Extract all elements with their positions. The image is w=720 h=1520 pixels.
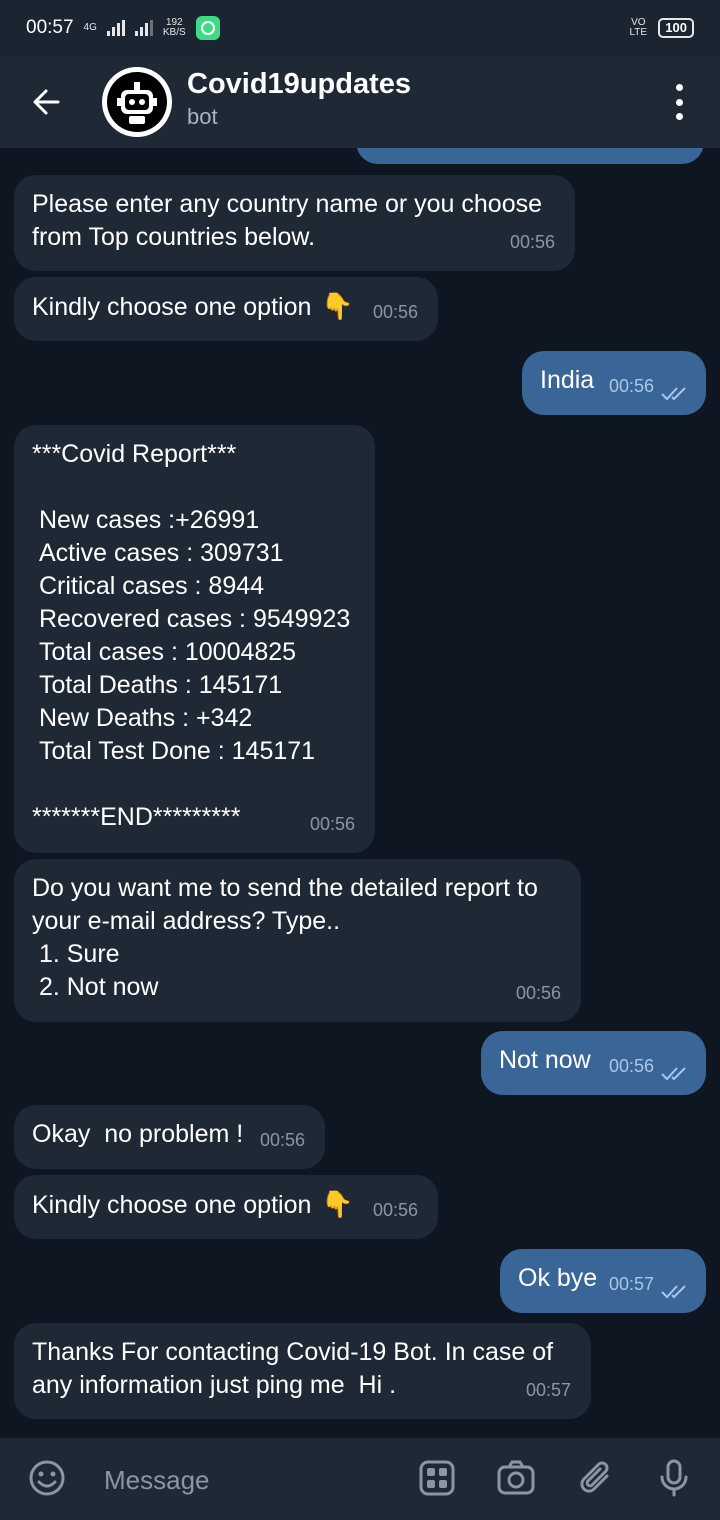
grid-icon	[419, 1460, 455, 1496]
outgoing-message-partial[interactable]	[356, 148, 704, 164]
pointing-down-emoji: 👇	[321, 291, 354, 321]
app-notification-icon	[195, 16, 220, 40]
message-time: 00:56	[309, 814, 355, 834]
signal-2-icon	[134, 20, 153, 36]
message-text: Not now	[499, 1046, 591, 1074]
message-time: 00:56	[259, 1130, 305, 1150]
message-bubble[interactable]: Kindly choose one option 👇 00:56	[14, 277, 438, 341]
network-speed: 192 KB/S	[163, 18, 186, 38]
status-right: VO LTE 100	[626, 18, 694, 38]
paperclip-icon	[580, 1461, 609, 1493]
smiley-icon	[29, 1460, 65, 1496]
status-bar: 00:57 4G 192 KB/S VO LTE 100	[0, 0, 720, 56]
message-text: ***Covid Report*** New cases :+26991 Act…	[32, 440, 351, 831]
message-time: 00:57	[525, 1380, 571, 1400]
message-time: 00:57	[608, 1274, 654, 1294]
message-list[interactable]: Please enter any country name or you cho…	[0, 148, 720, 1438]
status-time: 00:57	[26, 17, 74, 38]
message-bubble[interactable]: Thanks For contacting Covid-19 Bot. In c…	[14, 1323, 591, 1419]
battery-icon: 100	[658, 18, 694, 38]
message-bubble[interactable]: Kindly choose one option 👇 00:56	[14, 1175, 438, 1239]
volte-indicator: VO LTE	[629, 17, 648, 38]
message-bubble[interactable]: India 00:56	[522, 351, 706, 415]
signal-icon	[106, 20, 125, 36]
message-time: 00:56	[372, 1200, 418, 1220]
double-check-icon	[661, 387, 686, 401]
message-text: Do you want me to send the detailed repo…	[32, 874, 538, 1001]
double-check-icon	[661, 1067, 686, 1081]
message-time: 00:56	[608, 1056, 654, 1076]
speed-unit: KB/S	[162, 27, 186, 38]
chat-header: Covid19updates bot	[0, 56, 720, 148]
attach-button[interactable]	[577, 1458, 617, 1498]
mic-button[interactable]	[654, 1458, 694, 1498]
arrow-left-icon	[33, 89, 60, 115]
message-input[interactable]	[102, 1456, 406, 1504]
message-time: 00:56	[372, 302, 418, 322]
camera-icon	[497, 1460, 535, 1495]
chat-title[interactable]: Covid19updates	[187, 68, 411, 101]
message-bubble[interactable]: Ok bye 00:57	[500, 1249, 706, 1313]
message-input-bar	[0, 1438, 720, 1520]
double-check-icon	[661, 1285, 686, 1299]
message-text: Thanks For contacting Covid-19 Bot. In c…	[32, 1338, 554, 1399]
message-bubble[interactable]: ***Covid Report*** New cases :+26991 Act…	[14, 425, 375, 853]
message-text: Okay no problem !	[32, 1120, 244, 1148]
sticker-button[interactable]	[417, 1458, 457, 1498]
status-left: 00:57 4G 192 KB/S	[26, 16, 220, 40]
message-time: 00:56	[509, 232, 555, 252]
message-text: Ok bye	[518, 1264, 598, 1292]
bot-avatar[interactable]	[102, 67, 172, 137]
emoji-button[interactable]	[27, 1458, 67, 1498]
message-text: Please enter any country name or you cho…	[32, 190, 543, 251]
message-time: 00:56	[608, 376, 654, 396]
message-time: 00:56	[515, 983, 561, 1003]
message-text: Kindly choose one option	[32, 1191, 312, 1219]
microphone-icon	[660, 1459, 688, 1497]
message-bubble[interactable]: Not now 00:56	[481, 1031, 706, 1095]
more-vertical-icon[interactable]	[672, 84, 686, 120]
back-button[interactable]	[28, 84, 64, 120]
message-bubble[interactable]: Please enter any country name or you cho…	[14, 175, 575, 271]
message-bubble[interactable]: Do you want me to send the detailed repo…	[14, 859, 581, 1022]
camera-button[interactable]	[496, 1458, 536, 1498]
message-text: India	[540, 366, 595, 394]
message-bubble[interactable]: Okay no problem ! 00:56	[14, 1105, 325, 1169]
pointing-down-emoji: 👇	[321, 1189, 354, 1219]
chat-subtitle: bot	[187, 104, 218, 129]
robot-icon	[107, 72, 167, 132]
network-type: 4G	[83, 22, 97, 33]
message-text: Kindly choose one option	[32, 293, 312, 321]
